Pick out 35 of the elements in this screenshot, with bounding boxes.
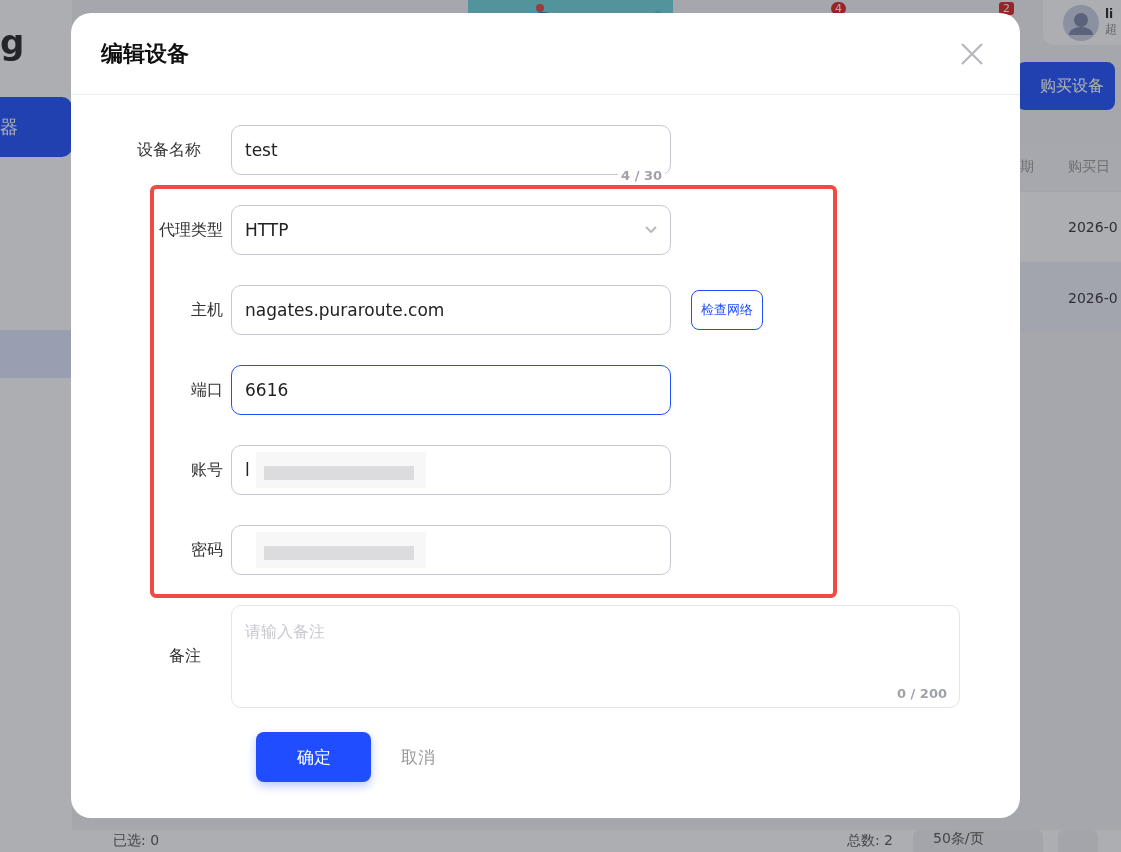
- select-field[interactable]: HTTP: [231, 205, 671, 255]
- field-label: 设备名称: [136, 139, 202, 161]
- sidebar-highlight: [0, 330, 72, 378]
- page-size-select[interactable]: 50条/页: [913, 830, 1043, 852]
- input-field[interactable]: 6616: [231, 365, 671, 415]
- character-counter: 0 / 200: [897, 686, 947, 701]
- input-field[interactable]: [231, 525, 671, 575]
- sidebar-item[interactable]: 器: [0, 97, 72, 157]
- check-network-button[interactable]: 检查网络: [691, 290, 763, 330]
- selected-count: 已选: 0: [113, 832, 160, 850]
- field-label: 备注: [168, 646, 202, 667]
- buy-device-button[interactable]: 购买设备: [1017, 62, 1115, 110]
- user-name: li: [1105, 7, 1115, 21]
- close-icon[interactable]: [960, 41, 984, 66]
- user-card[interactable]: li 超: [1043, 0, 1121, 45]
- field-label: 密码: [190, 539, 224, 561]
- column-header: 期: [1020, 158, 1035, 176]
- field-label: 主机: [190, 299, 224, 321]
- confirm-button[interactable]: 确定: [256, 732, 371, 782]
- dialog-title: 编辑设备: [101, 39, 189, 68]
- chevron-down-icon: [645, 226, 657, 234]
- total-count: 总数: 2: [846, 832, 893, 850]
- column-header: 购买日: [1068, 158, 1111, 176]
- user-role: 超: [1105, 21, 1117, 38]
- character-counter: 4 / 30: [618, 168, 665, 183]
- table-cell-text: 2026-0: [1068, 290, 1119, 306]
- field-label: 端口: [190, 379, 224, 401]
- input-field[interactable]: l: [231, 445, 671, 495]
- avatar-icon: [1063, 4, 1099, 41]
- table-cell-text: 2026-0: [1068, 219, 1119, 235]
- field-label: 代理类型: [158, 219, 224, 241]
- input-field[interactable]: nagates.puraroute.com: [231, 285, 671, 335]
- message-badge: 2: [999, 1, 1014, 15]
- field-label: 账号: [190, 459, 224, 481]
- logo-text: g: [0, 22, 26, 64]
